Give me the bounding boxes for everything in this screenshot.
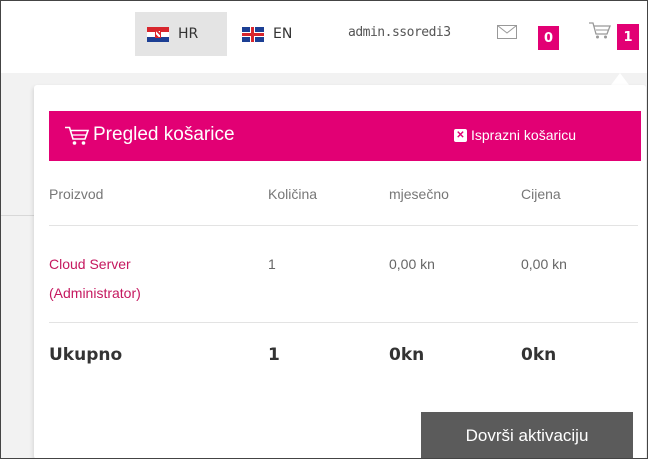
username-link[interactable]: admin.ssoredi3 bbox=[348, 25, 451, 40]
total-price: 0kn bbox=[521, 345, 557, 365]
divider bbox=[1, 215, 34, 216]
page-background bbox=[1, 73, 34, 458]
messages-count-badge[interactable]: 0 bbox=[538, 26, 559, 50]
column-header-monthly: mjesečno bbox=[389, 186, 449, 202]
column-header-quantity: Količina bbox=[268, 186, 318, 202]
total-monthly: 0kn bbox=[389, 345, 425, 365]
croatia-flag-icon bbox=[147, 26, 169, 42]
empty-cart-label: Isprazni košaricu bbox=[471, 127, 577, 143]
item-price: 0,00 kn bbox=[521, 256, 567, 272]
cart-panel-header: Pregled košarice ✕ Isprazni košaricu bbox=[49, 111, 641, 161]
item-quantity: 1 bbox=[268, 256, 276, 272]
dropdown-caret bbox=[611, 73, 629, 85]
cart-icon[interactable] bbox=[589, 22, 611, 40]
product-name-line2: (Administrator) bbox=[49, 285, 141, 301]
mail-icon[interactable] bbox=[497, 25, 517, 39]
cart-icon bbox=[65, 126, 89, 145]
language-hr-label: HR bbox=[178, 26, 199, 42]
uk-flag-icon bbox=[242, 26, 264, 42]
total-quantity: 1 bbox=[268, 345, 280, 365]
product-link[interactable]: Cloud Server (Administrator) bbox=[49, 250, 141, 308]
total-label: Ukupno bbox=[49, 345, 123, 365]
cart-panel-title: Pregled košarice bbox=[93, 124, 235, 145]
language-en-button[interactable]: EN bbox=[242, 12, 292, 56]
empty-cart-button[interactable]: ✕ Isprazni košaricu bbox=[454, 127, 576, 143]
close-icon: ✕ bbox=[454, 128, 467, 142]
cart-count-badge[interactable]: 1 bbox=[617, 24, 639, 50]
complete-activation-button[interactable]: Dovrši aktivaciju bbox=[421, 412, 633, 459]
language-en-label: EN bbox=[273, 26, 293, 42]
divider bbox=[49, 322, 638, 323]
item-monthly: 0,00 kn bbox=[389, 256, 435, 272]
column-header-product: Proizvod bbox=[49, 186, 104, 202]
column-header-price: Cijena bbox=[521, 186, 561, 202]
top-bar: HR EN admin.ssoredi3 0 1 bbox=[1, 1, 647, 73]
product-name-line1: Cloud Server bbox=[49, 256, 131, 272]
divider bbox=[49, 225, 638, 226]
language-hr-button[interactable]: HR bbox=[135, 12, 227, 56]
